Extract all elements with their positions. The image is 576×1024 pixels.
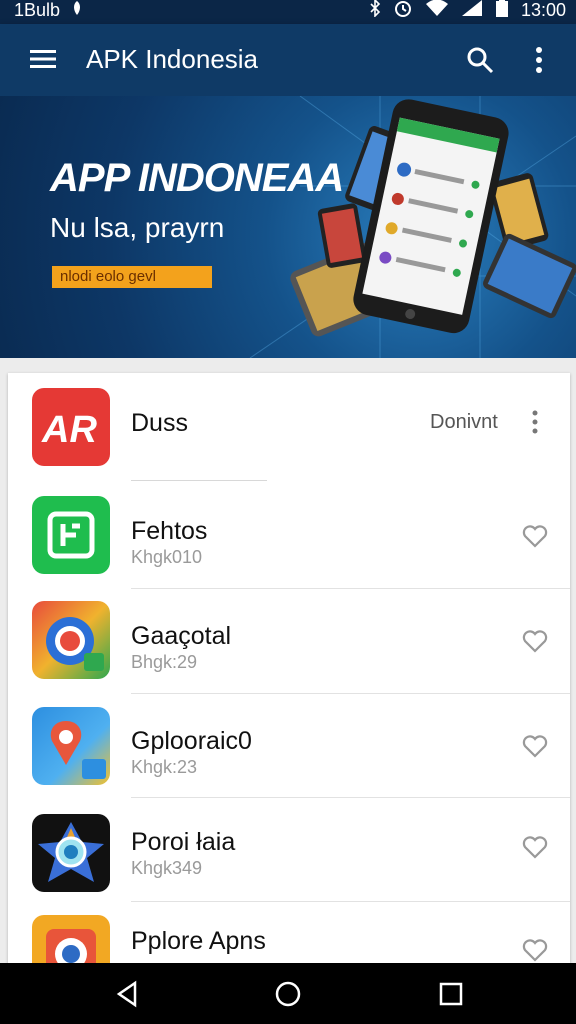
banner-subline: Nu lsa, prayrn <box>50 212 225 243</box>
download-button[interactable]: Donivnt <box>430 411 498 434</box>
ar-app-icon: AR <box>32 388 110 466</box>
heart-icon[interactable] <box>522 629 548 653</box>
app-name: Poroi łaia <box>131 828 236 856</box>
heart-icon[interactable] <box>522 734 548 758</box>
list-item[interactable]: AR Duss Donivnt <box>8 373 570 481</box>
back-icon[interactable] <box>113 979 143 1009</box>
svg-text:AR: AR <box>41 409 97 451</box>
more-vert-icon[interactable] <box>530 46 548 74</box>
signal-icon <box>461 0 483 22</box>
app-name: Gplooraic0 <box>131 727 252 755</box>
green-app-icon <box>32 496 110 574</box>
menu-icon[interactable] <box>30 48 56 70</box>
bluetooth-icon <box>369 0 381 22</box>
app-bar: APK Indonesia <box>0 24 576 96</box>
system-nav-bar <box>0 963 576 1024</box>
list-item[interactable]: Poroi łaia Khgk349 <box>8 797 570 902</box>
app-name: Duss <box>131 409 188 437</box>
app-name: Pplore Apns <box>131 927 266 955</box>
list-item[interactable]: Fehtos Khgk010 <box>8 483 570 589</box>
divider <box>131 480 267 481</box>
search-icon[interactable] <box>466 46 494 74</box>
heart-icon[interactable] <box>522 524 548 548</box>
battery-icon <box>495 0 509 23</box>
banner-headline: APP INDONEAA <box>50 156 344 200</box>
heart-icon[interactable] <box>522 835 548 859</box>
list-item[interactable]: Gaaçotal Bhgk:29 <box>8 589 570 694</box>
wifi-icon <box>425 0 449 22</box>
heart-icon[interactable] <box>522 938 548 962</box>
promo-banner[interactable]: APP INDONEAA Nu lsa, prayrn nlodi eolo g… <box>0 96 576 358</box>
banner-tag[interactable]: nlodi eolo gevl <box>52 266 212 288</box>
app-name: Gaaçotal <box>131 622 232 650</box>
maps-like-icon <box>32 707 110 785</box>
more-vert-icon[interactable] <box>528 409 542 437</box>
app-meta: Bhgk:29 <box>131 652 198 672</box>
recents-icon[interactable] <box>436 979 466 1009</box>
alarm-icon <box>393 0 413 23</box>
home-icon[interactable] <box>273 979 303 1009</box>
list-item[interactable]: Gplooraic0 Khgk:23 <box>8 693 570 798</box>
camera-lens-icon <box>32 814 110 892</box>
app-list: AR Duss Donivnt Fehtos Khgk010 Gaaçotal … <box>8 373 570 973</box>
app-title: APK Indonesia <box>86 44 259 74</box>
chrome-like-icon <box>32 601 110 679</box>
status-left-text: 1Bulb <box>14 0 61 20</box>
notification-icon <box>70 0 84 21</box>
status-bar: 1Bulb 13:00 <box>0 0 576 24</box>
app-meta: Khgk349 <box>131 858 203 878</box>
app-meta: Khgk010 <box>131 547 203 567</box>
app-meta: Khgk:23 <box>131 757 198 777</box>
status-time: 13:00 <box>520 0 566 20</box>
app-name: Fehtos <box>131 517 208 545</box>
